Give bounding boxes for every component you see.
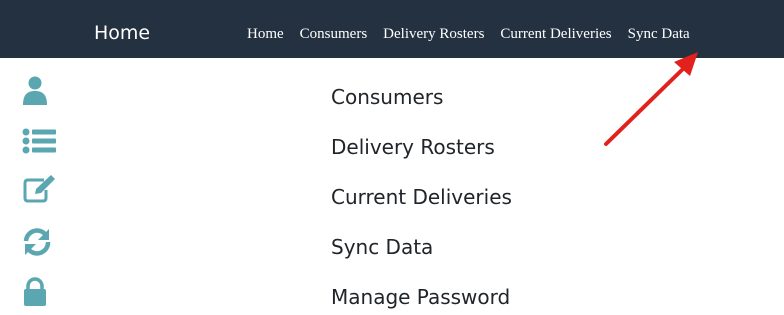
sync-icon	[22, 228, 58, 258]
menu-item-label: Manage Password	[331, 285, 511, 309]
menu-item-current-deliveries[interactable]: Current Deliveries	[0, 170, 784, 220]
menu-item-manage-password[interactable]: Manage Password	[0, 270, 784, 315]
list-icon	[22, 128, 58, 158]
navbar-links: Home Consumers Delivery Rosters Current …	[247, 24, 690, 44]
top-navbar: Home Home Consumers Delivery Rosters Cur…	[0, 0, 784, 58]
menu-item-consumers[interactable]: Consumers	[0, 70, 784, 120]
menu-item-label: Consumers	[331, 85, 444, 109]
navbar-brand[interactable]: Home	[94, 20, 150, 46]
nav-link-current-deliveries[interactable]: Current Deliveries	[500, 24, 611, 44]
nav-link-consumers[interactable]: Consumers	[300, 24, 368, 44]
nav-link-home[interactable]: Home	[247, 24, 284, 44]
menu-item-label: Current Deliveries	[331, 185, 512, 209]
nav-link-sync-data[interactable]: Sync Data	[628, 24, 690, 44]
menu-item-label: Sync Data	[331, 235, 434, 259]
user-icon	[22, 76, 58, 106]
menu-item-delivery-rosters[interactable]: Delivery Rosters	[0, 120, 784, 170]
lock-icon	[22, 277, 58, 307]
edit-icon	[22, 174, 58, 204]
menu-item-label: Delivery Rosters	[331, 135, 495, 159]
nav-link-delivery-rosters[interactable]: Delivery Rosters	[383, 24, 484, 44]
menu-item-sync-data[interactable]: Sync Data	[0, 220, 784, 270]
